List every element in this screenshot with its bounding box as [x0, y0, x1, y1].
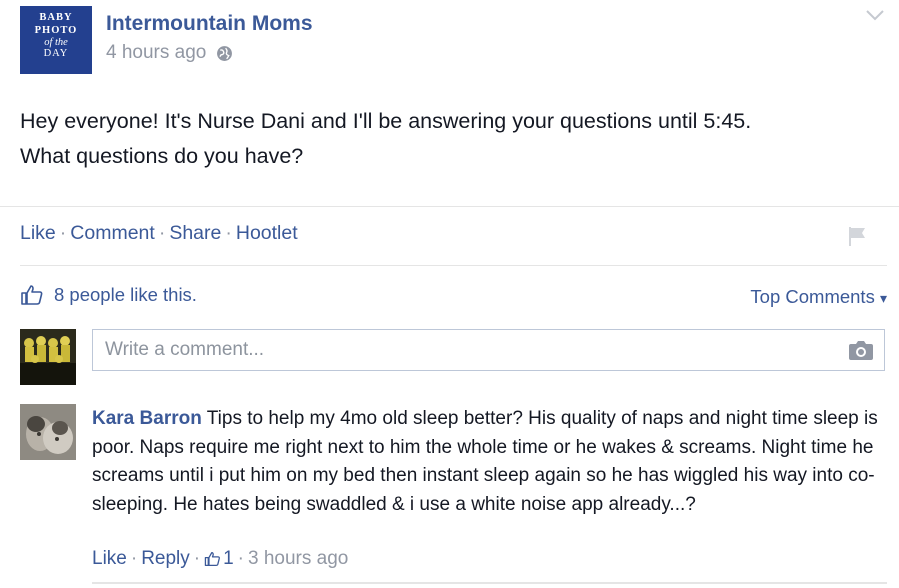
page-avatar-line4: DAY [43, 48, 69, 59]
separator: · [59, 222, 67, 244]
comment-reply-link[interactable]: Reply [141, 548, 190, 570]
thumbs-up-icon [204, 551, 221, 567]
divider [20, 265, 887, 266]
chevron-down-icon[interactable] [863, 6, 887, 24]
user-avatar[interactable] [20, 329, 76, 385]
top-comments-label: Top Comments [750, 286, 875, 307]
caret-down-icon: ▾ [879, 290, 887, 306]
thumbs-up-icon[interactable] [20, 284, 44, 306]
page-avatar-line1: BABY [39, 12, 73, 23]
likes-summary: 8 people like this. [20, 284, 197, 306]
globe-icon [217, 45, 233, 61]
comment-like-count[interactable]: 1 [204, 548, 234, 570]
top-comments-dropdown[interactable]: Top Comments ▾ [750, 286, 887, 308]
hootlet-link[interactable]: Hootlet [236, 222, 298, 244]
separator: · [237, 548, 244, 569]
post-actions: Like · Comment · Share · Hootlet [20, 222, 298, 245]
page-avatar-line2: PHOTO [34, 25, 78, 36]
post-timestamp[interactable]: 4 hours ago [106, 42, 206, 64]
divider [92, 582, 887, 584]
comment-like-count-value: 1 [223, 548, 234, 569]
comment-text: Tips to help my 4mo old sleep better? Hi… [92, 408, 878, 515]
post-text-line1: Hey everyone! It's Nurse Dani and I'll b… [20, 109, 752, 133]
page-name-link[interactable]: Intermountain Moms [106, 12, 313, 36]
comment: Kara Barron Tips to help my 4mo old slee… [92, 405, 887, 519]
flag-icon[interactable] [845, 224, 869, 248]
comment-time[interactable]: 3 hours ago [248, 548, 348, 570]
post-meta: 4 hours ago [106, 42, 233, 64]
separator: · [130, 548, 138, 569]
separator: · [158, 222, 166, 244]
comment-author[interactable]: Kara Barron [92, 408, 202, 429]
post-text-line2: What questions do you have? [20, 144, 304, 168]
comment-like-link[interactable]: Like [92, 548, 127, 570]
page-avatar-line3: of the [44, 37, 68, 48]
commenter-avatar[interactable] [20, 404, 76, 460]
divider [0, 206, 899, 207]
comment-input[interactable] [103, 338, 848, 362]
like-link[interactable]: Like [20, 222, 56, 244]
post-text: Hey everyone! It's Nurse Dani and I'll b… [20, 104, 880, 174]
likes-text[interactable]: 8 people like this. [54, 284, 197, 306]
share-link[interactable]: Share [169, 222, 221, 244]
page-avatar[interactable]: BABY PHOTO of the DAY [20, 6, 92, 74]
camera-icon[interactable] [848, 339, 874, 361]
separator: · [225, 222, 232, 244]
comment-link[interactable]: Comment [70, 222, 155, 244]
comment-actions: Like · Reply · 1 · 3 hours ago [92, 548, 348, 570]
comment-composer[interactable] [92, 329, 885, 371]
separator: · [193, 548, 201, 569]
